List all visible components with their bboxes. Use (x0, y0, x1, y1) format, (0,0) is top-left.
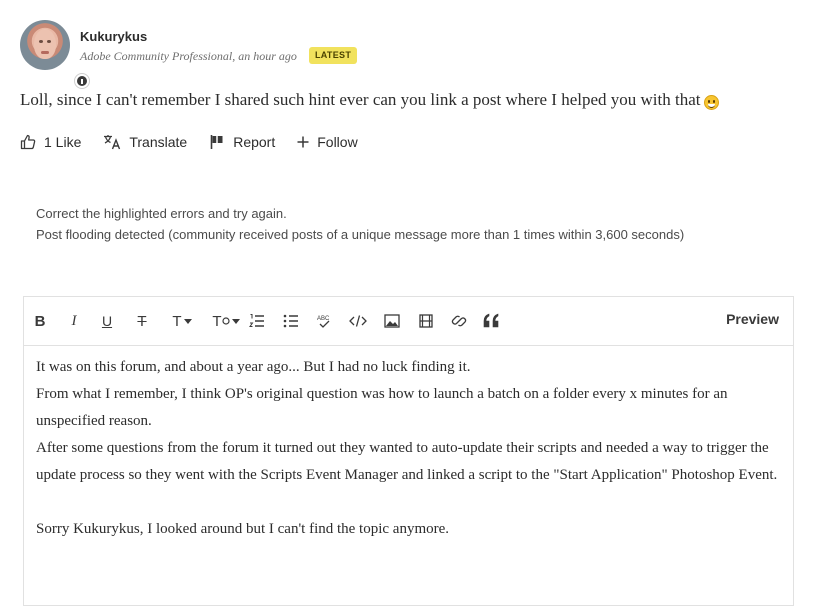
follow-button[interactable]: Follow (297, 134, 358, 150)
preview-button[interactable]: Preview (726, 311, 779, 327)
post-time: , an hour ago (232, 49, 297, 63)
latest-badge: LATEST (309, 47, 358, 64)
error-line: Correct the highlighted errors and try a… (36, 206, 287, 221)
font-size-glyph: T (172, 312, 182, 330)
username[interactable]: Kukurykus (80, 29, 147, 44)
flag-icon (210, 135, 223, 149)
chevron-down-icon (231, 318, 240, 324)
editor-text-area[interactable]: It was on this forum, and about a year a… (24, 346, 793, 543)
follow-label: Follow (317, 134, 358, 150)
editor-paragraph: Sorry Kukurykus, I looked around but I c… (36, 521, 450, 537)
editor-toolbar: B I U T T T ABC Preview (24, 297, 793, 346)
quote-glyph (483, 313, 499, 328)
avatar[interactable] (20, 20, 90, 89)
report-button[interactable]: Report (209, 134, 275, 150)
bold-icon[interactable]: B (34, 311, 46, 331)
translate-icon (104, 135, 121, 150)
code-icon[interactable] (348, 311, 368, 331)
numbered-list-glyph (249, 314, 264, 327)
avatar-eye (39, 40, 43, 43)
thumbs-up-icon (20, 134, 36, 150)
editor-paragraph: From what I remember, I think OP's origi… (36, 386, 728, 429)
spellcheck-glyph: ABC (317, 316, 330, 328)
post-actions: 1 Like Translate Report Follow (20, 132, 380, 152)
font-size-icon[interactable]: T (167, 311, 197, 331)
post-body: Loll, since I can't remember I shared su… (20, 90, 720, 110)
rank-icon (74, 73, 90, 89)
avatar-face (34, 29, 56, 59)
translate-button[interactable]: Translate (103, 134, 187, 150)
grinning-emoji-icon (704, 94, 720, 110)
video-icon[interactable] (417, 311, 435, 331)
strikethrough-icon[interactable]: T (135, 311, 149, 331)
error-line: Post flooding detected (community receiv… (36, 227, 685, 242)
like-button[interactable]: 1 Like (20, 134, 81, 150)
editor-blank-line (36, 489, 781, 516)
link-glyph (451, 315, 467, 327)
clear-format-glyph: T (212, 312, 222, 330)
code-glyph (349, 315, 367, 327)
link-icon[interactable] (450, 311, 468, 331)
video-glyph (419, 314, 433, 328)
like-label: 1 Like (44, 134, 82, 150)
post-text: Loll, since I can't remember I shared su… (20, 90, 701, 109)
underline-icon[interactable]: U (101, 311, 113, 331)
clear-format-icon[interactable]: T (212, 311, 240, 331)
bulleted-list-glyph (283, 314, 298, 328)
avatar-eye (47, 40, 51, 43)
chevron-down-icon (183, 318, 192, 324)
italic-icon[interactable]: I (68, 311, 80, 331)
numbered-list-icon[interactable] (248, 311, 266, 331)
plus-icon (297, 136, 309, 148)
error-notice: Correct the highlighted errors and try a… (36, 203, 684, 245)
avatar-mouth (41, 51, 49, 54)
report-label: Report (233, 134, 276, 150)
spellcheck-icon[interactable]: ABC (315, 311, 333, 331)
translate-label: Translate (129, 134, 188, 150)
user-role: Adobe Community Professional (80, 49, 233, 63)
post-meta: Adobe Community Professional, an hour ag… (80, 49, 297, 64)
image-glyph (384, 314, 400, 328)
bulleted-list-icon[interactable] (282, 311, 300, 331)
reply-editor: B I U T T T ABC Preview It was on this f… (23, 296, 794, 606)
quote-icon[interactable] (482, 311, 502, 331)
editor-paragraph: After some questions from the forum it t… (36, 440, 778, 483)
eraser-icon (221, 317, 230, 325)
editor-paragraph: It was on this forum, and about a year a… (36, 359, 471, 375)
image-icon[interactable] (383, 311, 401, 331)
